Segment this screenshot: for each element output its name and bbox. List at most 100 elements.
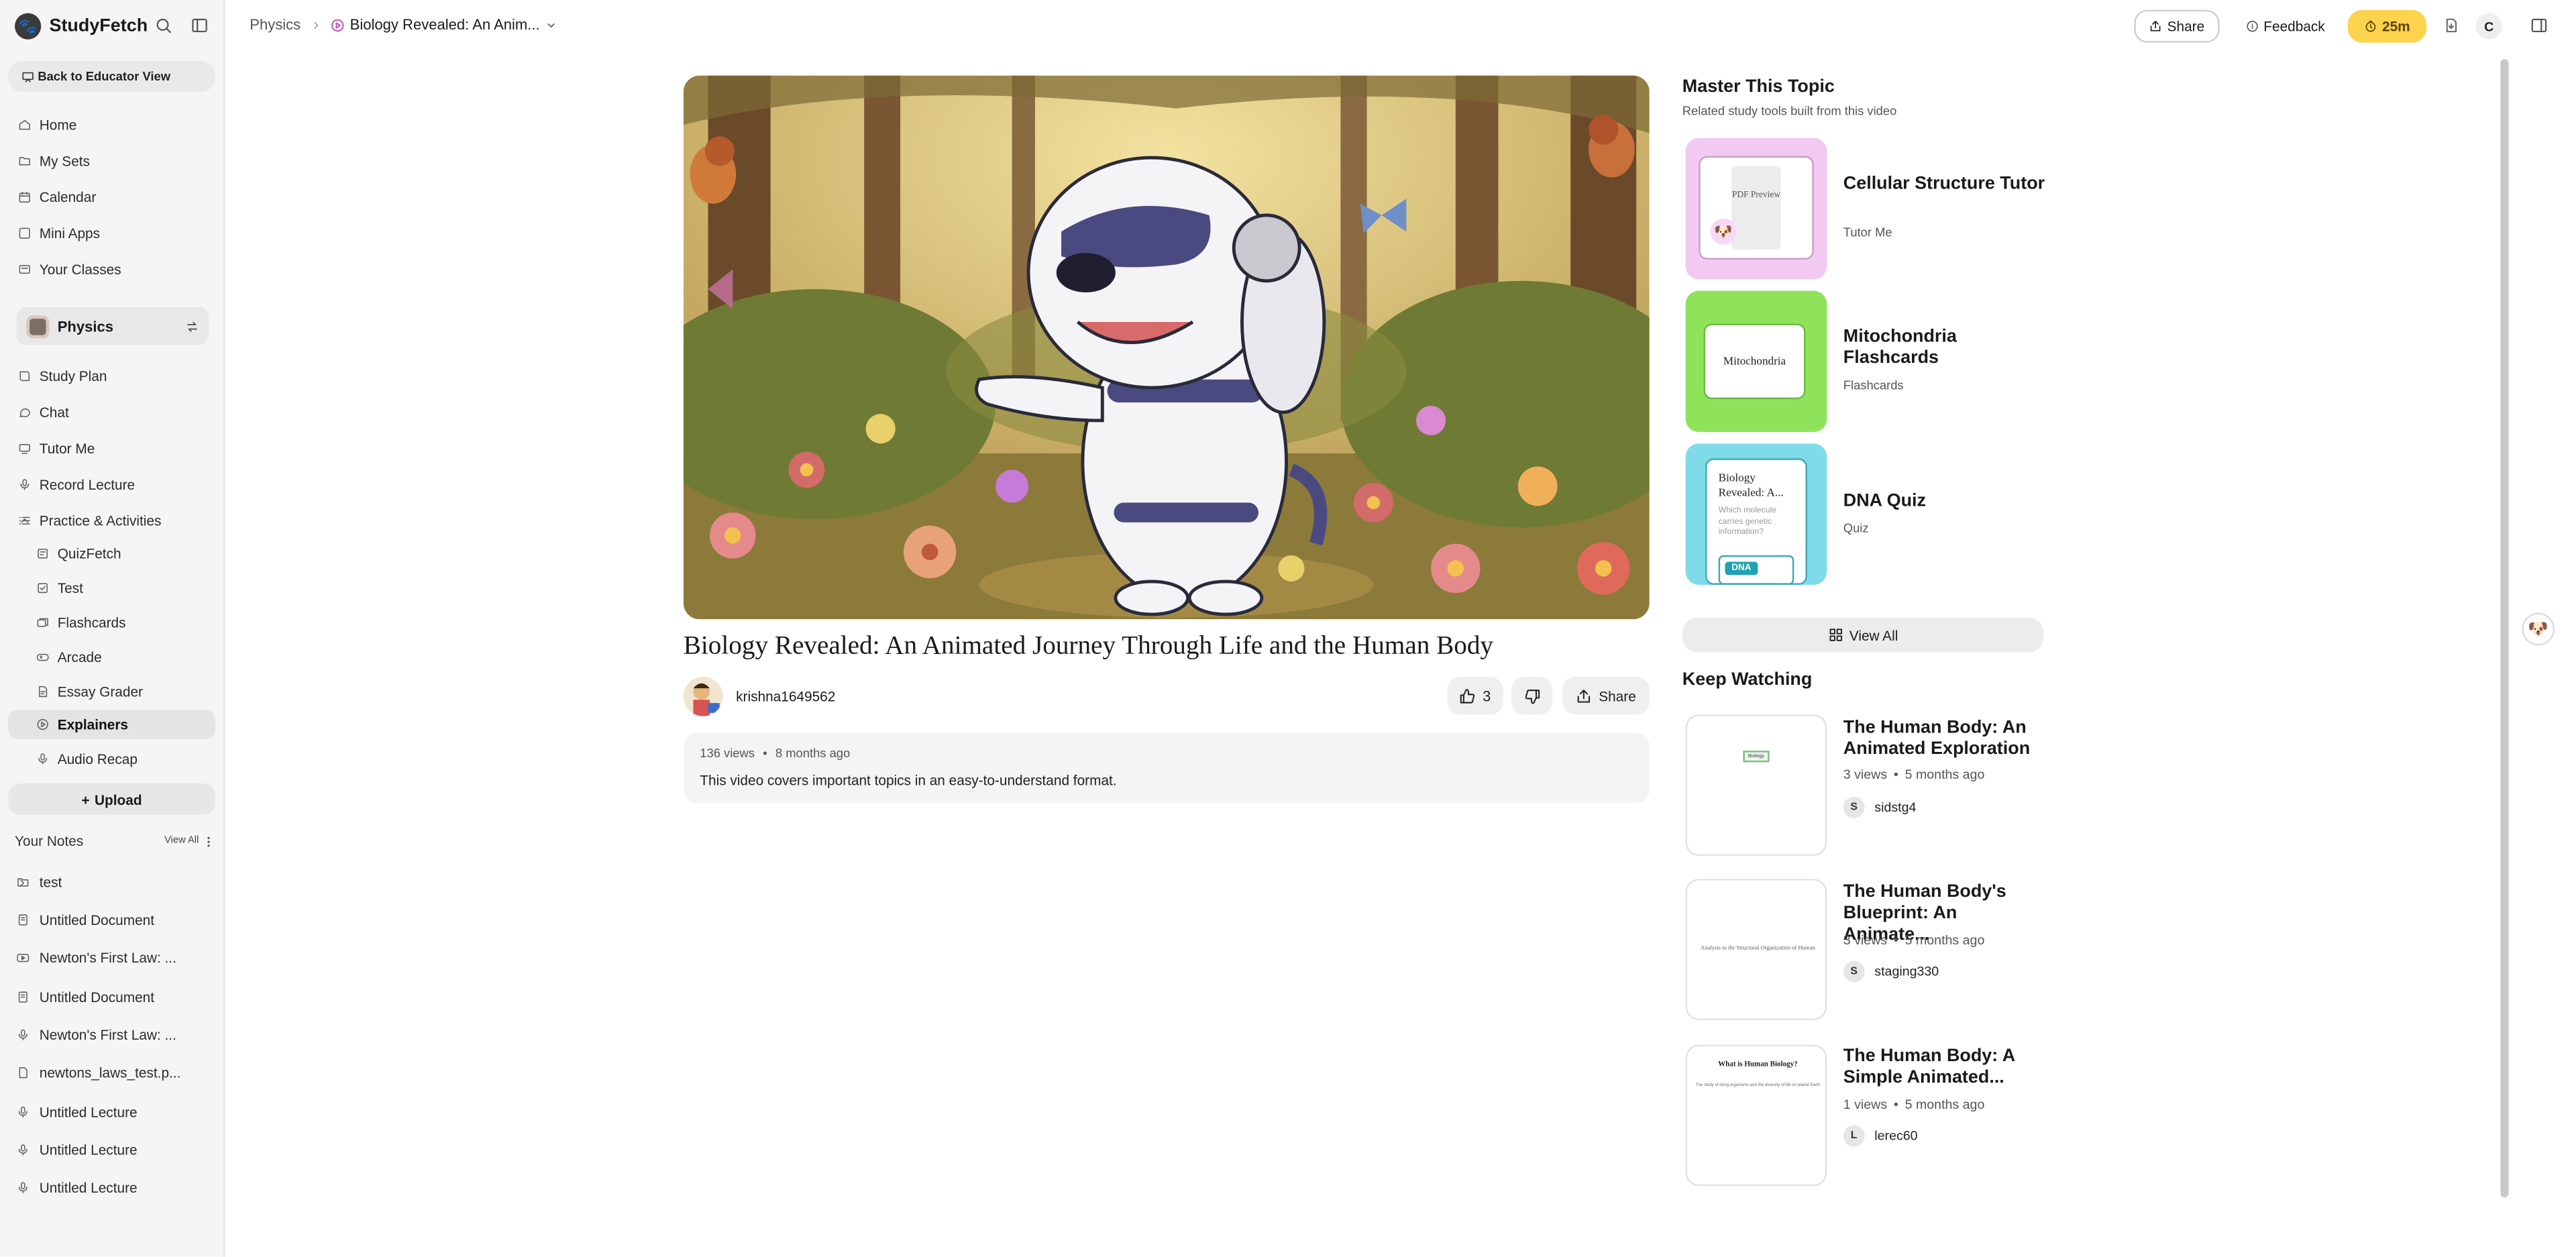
like-button[interactable]: 3 bbox=[1447, 676, 1503, 715]
uploader-avatar[interactable] bbox=[683, 676, 723, 716]
scrollbar[interactable] bbox=[2500, 59, 2509, 1198]
sidebar-item-audio-recap[interactable]: Audio Recap bbox=[8, 744, 215, 773]
youtube-icon bbox=[16, 951, 30, 965]
tool-title[interactable]: Mitochondria Flashcards bbox=[1843, 327, 2049, 370]
note-item-folder[interactable]: test bbox=[8, 867, 215, 897]
sidebar-item-home[interactable]: Home bbox=[8, 110, 215, 140]
channel-name[interactable]: staging330 bbox=[1874, 965, 1939, 979]
sidebar-item-calendar[interactable]: Calendar bbox=[8, 182, 215, 212]
note-item[interactable]: Newton's First Law: ... bbox=[8, 1020, 215, 1050]
tool-title[interactable]: Cellular Structure Tutor bbox=[1843, 174, 2049, 196]
sidebar-item-my-sets[interactable]: My Sets bbox=[8, 146, 215, 176]
channel-name[interactable]: sidstg4 bbox=[1874, 800, 1916, 815]
chevron-up-icon[interactable] bbox=[18, 514, 32, 528]
sidebar-item-arcade[interactable]: Arcade bbox=[8, 643, 215, 672]
note-item[interactable]: newtons_laws_test.p... bbox=[8, 1058, 215, 1087]
video-thumbnail-illustration bbox=[683, 75, 1650, 620]
user-avatar[interactable]: C bbox=[2475, 13, 2502, 40]
breadcrumb-current[interactable]: Biology Revealed: An Anim... bbox=[350, 16, 540, 32]
note-label: Untitled Lecture bbox=[39, 1179, 138, 1196]
video-player[interactable] bbox=[683, 75, 1650, 620]
studyfetch-logo-icon: 🐾 bbox=[15, 13, 42, 40]
master-topic-title: Master This Topic bbox=[1682, 77, 1835, 97]
plus-icon: + bbox=[81, 791, 90, 808]
tool-thumbnail-flashcards[interactable]: Mitochondria bbox=[1685, 290, 1827, 433]
note-item[interactable]: Untitled Lecture bbox=[8, 1135, 215, 1164]
keep-watching-video-title[interactable]: The Human Body: A Simple Animated... bbox=[1843, 1046, 2044, 1089]
keep-watching-thumbnail[interactable]: Analysis to the Structural Organization … bbox=[1685, 879, 1827, 1020]
timer-badge[interactable]: 25m bbox=[2347, 9, 2427, 43]
tool-title[interactable]: DNA Quiz bbox=[1843, 491, 2049, 512]
note-item[interactable]: Untitled Document bbox=[8, 905, 215, 934]
note-label: Untitled Document bbox=[39, 989, 155, 1005]
back-to-educator-button[interactable]: Back to Educator View bbox=[8, 60, 215, 93]
note-label: test bbox=[39, 873, 62, 891]
sidebar-item-your-classes[interactable]: Your Classes bbox=[8, 255, 215, 284]
uploader-name[interactable]: krishna1649562 bbox=[736, 688, 835, 704]
like-count: 3 bbox=[1483, 687, 1491, 704]
right-panel-toggle-icon[interactable] bbox=[2530, 16, 2548, 34]
document-export-icon[interactable] bbox=[2443, 16, 2459, 34]
note-item[interactable]: Untitled Lecture bbox=[8, 1173, 215, 1203]
sidebar-item-record-lecture[interactable]: Record Lecture bbox=[8, 470, 215, 499]
thumb-subcaption: The study of living organisms and the di… bbox=[1695, 1082, 1820, 1088]
search-icon[interactable] bbox=[154, 16, 172, 34]
tool-type: Flashcards bbox=[1843, 378, 1904, 393]
brand[interactable]: 🐾 StudyFetch bbox=[15, 11, 148, 41]
sidebar-item-mini-apps[interactable]: Mini Apps bbox=[8, 219, 215, 248]
upload-label: Upload bbox=[95, 791, 142, 808]
sidebar-item-label: Audio Recap bbox=[57, 751, 138, 767]
view-all-button[interactable]: View All bbox=[1682, 617, 2044, 653]
video-description: 136 views • 8 months ago This video cove… bbox=[683, 732, 1650, 804]
sidebar-item-explainers[interactable]: Explainers bbox=[8, 709, 215, 740]
view-count: 3 views bbox=[1843, 767, 1888, 782]
more-vertical-icon[interactable] bbox=[202, 834, 215, 849]
class-avatar-icon bbox=[26, 314, 50, 338]
sidebar-item-study-plan[interactable]: Study Plan bbox=[8, 362, 215, 391]
class-selector-label: Physics bbox=[57, 317, 114, 335]
tool-thumbnail-quiz[interactable]: Biology Revealed: A... Which molecule ca… bbox=[1685, 443, 1827, 585]
feedback-button[interactable]: Feedback bbox=[2238, 10, 2333, 43]
share-button[interactable]: Share bbox=[2134, 9, 2220, 43]
breadcrumb-root[interactable]: Physics bbox=[250, 16, 301, 32]
dot-separator: • bbox=[1893, 767, 1898, 782]
sidebar-item-flashcards[interactable]: Flashcards bbox=[8, 608, 215, 637]
tutor-assistant-icon[interactable]: 🐶 bbox=[2522, 612, 2555, 646]
share-video-button[interactable]: Share bbox=[1562, 676, 1650, 715]
dog-mascot-icon: 🐶 bbox=[1710, 218, 1737, 245]
upload-button[interactable]: + Upload bbox=[8, 783, 215, 815]
keep-watching-thumbnail[interactable]: What is Human Biology? The study of livi… bbox=[1685, 1044, 1827, 1187]
sidebar-item-label: Study Plan bbox=[39, 368, 107, 385]
apps-icon bbox=[18, 227, 32, 240]
folder-icon bbox=[18, 154, 32, 168]
keep-watching-video-title[interactable]: The Human Body: An Animated Exploration bbox=[1843, 718, 2044, 761]
essay-icon bbox=[36, 685, 50, 698]
sidebar-item-test[interactable]: Test bbox=[8, 573, 215, 603]
quiz-answer-chip: DNA bbox=[1725, 561, 1758, 576]
sidebar-item-label: Record Lecture bbox=[39, 476, 136, 493]
keep-watching-thumbnail[interactable]: Biology bbox=[1685, 714, 1827, 856]
sidebar-item-label: Essay Grader bbox=[57, 683, 143, 700]
sidebar-item-chat[interactable]: Chat bbox=[8, 398, 215, 427]
sidebar-item-quizfetch[interactable]: QuizFetch bbox=[8, 539, 215, 568]
sidebar-toggle-icon[interactable] bbox=[191, 16, 209, 34]
class-selector[interactable]: Physics bbox=[16, 307, 209, 345]
notes-view-all-link[interactable]: View All bbox=[164, 836, 199, 846]
chevron-down-icon[interactable] bbox=[545, 19, 557, 31]
channel-name[interactable]: lerec60 bbox=[1874, 1128, 1917, 1143]
note-item[interactable]: Untitled Lecture bbox=[8, 1097, 215, 1127]
note-item[interactable]: Newton's First Law: ... bbox=[8, 943, 215, 973]
sidebar-item-essay-grader[interactable]: Essay Grader bbox=[8, 677, 215, 706]
thumbs-up-icon bbox=[1460, 688, 1476, 704]
tool-thumbnail-tutor[interactable]: PDF Preview 🐶 bbox=[1685, 138, 1827, 280]
gamepad-icon bbox=[36, 651, 50, 664]
thumbs-down-icon bbox=[1523, 688, 1540, 704]
sidebar-item-label: Home bbox=[39, 116, 77, 133]
note-item[interactable]: Untitled Document bbox=[8, 983, 215, 1012]
sidebar-item-tutor-me[interactable]: Tutor Me bbox=[8, 434, 215, 463]
sidebar-item-practice-activities[interactable]: Practice & Activities bbox=[8, 506, 215, 535]
view-all-label: View All bbox=[1849, 626, 1898, 643]
dislike-button[interactable] bbox=[1511, 676, 1553, 715]
view-count: 136 views bbox=[700, 745, 755, 761]
brand-name: StudyFetch bbox=[49, 16, 148, 36]
